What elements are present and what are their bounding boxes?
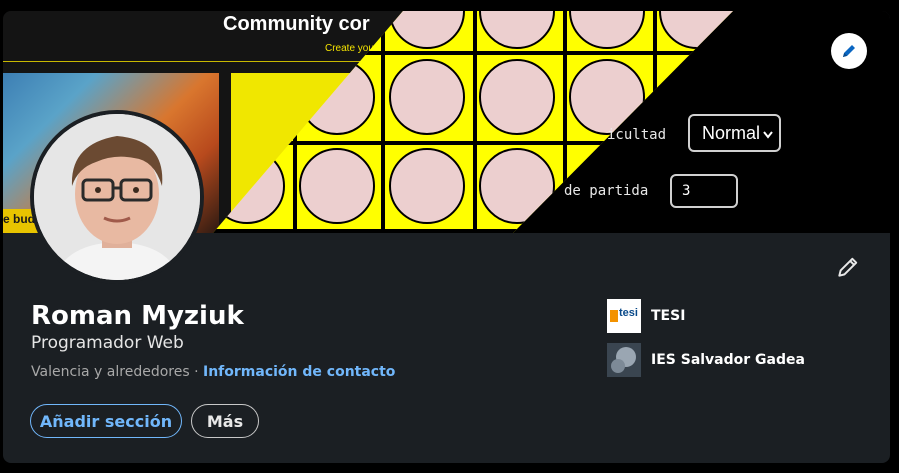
- games-count-input: 3: [670, 174, 738, 208]
- pencil-icon: [843, 45, 855, 57]
- difficulty-value: Normal: [702, 123, 761, 143]
- location-separator: ·: [189, 364, 203, 380]
- org-item-ies-salvador-gadea[interactable]: IES Salvador Gadea: [607, 343, 805, 377]
- difficulty-select: Normal: [688, 114, 781, 152]
- org-name: TESI: [651, 308, 686, 324]
- profile-card: Community cor Create you e bud icultad N…: [3, 11, 890, 463]
- avatar-portrait: [34, 114, 200, 280]
- tesi-logo-text: tesi: [619, 307, 638, 319]
- more-button[interactable]: Más: [191, 404, 259, 438]
- avatar-photo: [34, 114, 200, 280]
- pencil-icon: [838, 257, 858, 277]
- tesi-logo-mark: [610, 310, 618, 322]
- org-item-tesi[interactable]: tesi TESI: [607, 299, 685, 333]
- profile-headline: Programador Web: [31, 333, 184, 353]
- profile-name: Roman Myziuk: [31, 301, 244, 331]
- chevron-down-icon: [763, 131, 773, 139]
- tesi-logo: tesi: [607, 299, 641, 333]
- edit-banner-button[interactable]: [831, 33, 867, 69]
- add-section-button[interactable]: Añadir sección: [30, 404, 182, 438]
- difficulty-label: icultad: [607, 127, 667, 143]
- games-count-label: de partida: [564, 183, 649, 199]
- school-logo: [607, 343, 641, 377]
- profile-location: Valencia y alrededores: [31, 364, 190, 380]
- location-row: Valencia y alrededores · Información de …: [31, 364, 395, 380]
- org-name: IES Salvador Gadea: [651, 352, 805, 368]
- school-building-icon: [611, 347, 636, 373]
- contact-info-link[interactable]: Información de contacto: [203, 364, 395, 380]
- profile-avatar[interactable]: [30, 110, 204, 284]
- edit-intro-button[interactable]: [835, 254, 861, 280]
